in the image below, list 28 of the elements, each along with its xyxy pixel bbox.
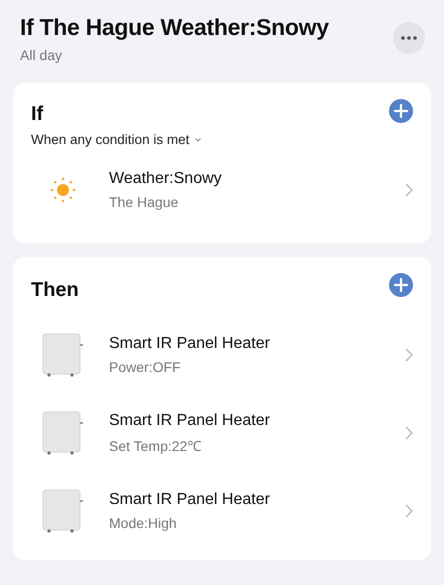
- section-title: If: [31, 103, 44, 126]
- item-title: Smart IR Panel Heater: [109, 412, 271, 430]
- condition-mode-dropdown[interactable]: When any condition is met: [31, 132, 202, 147]
- item-title: Smart IR Panel Heater: [109, 335, 271, 353]
- item-title: Weather:Snowy: [109, 170, 223, 188]
- chevron-right-icon[interactable]: [405, 348, 413, 362]
- item-subtitle: The Hague: [109, 194, 180, 210]
- add-button[interactable]: [389, 99, 413, 123]
- page-title: If The Hague Weather:Snowy: [20, 14, 329, 41]
- chevron-right-icon[interactable]: [405, 426, 413, 440]
- page-subtitle: All day: [20, 47, 64, 63]
- plus-icon: [394, 104, 408, 118]
- item-subtitle: Power:OFF: [109, 359, 182, 375]
- item-subtitle: Mode:High: [109, 515, 178, 531]
- more-button[interactable]: [393, 22, 425, 54]
- item-title: Smart IR Panel Heater: [109, 491, 271, 509]
- caret-icon: [195, 138, 202, 142]
- plus-icon: [394, 278, 408, 292]
- section-title: Then: [31, 279, 79, 302]
- more-icon: [401, 36, 417, 40]
- sun-icon: [50, 177, 76, 203]
- heater-icon: [42, 489, 84, 533]
- heater-icon: [42, 411, 84, 455]
- chevron-right-icon[interactable]: [405, 183, 413, 197]
- add-button[interactable]: [389, 273, 413, 297]
- heater-icon: [42, 333, 84, 377]
- chevron-right-icon[interactable]: [405, 504, 413, 518]
- item-subtitle: Set Temp:22℃: [109, 436, 202, 454]
